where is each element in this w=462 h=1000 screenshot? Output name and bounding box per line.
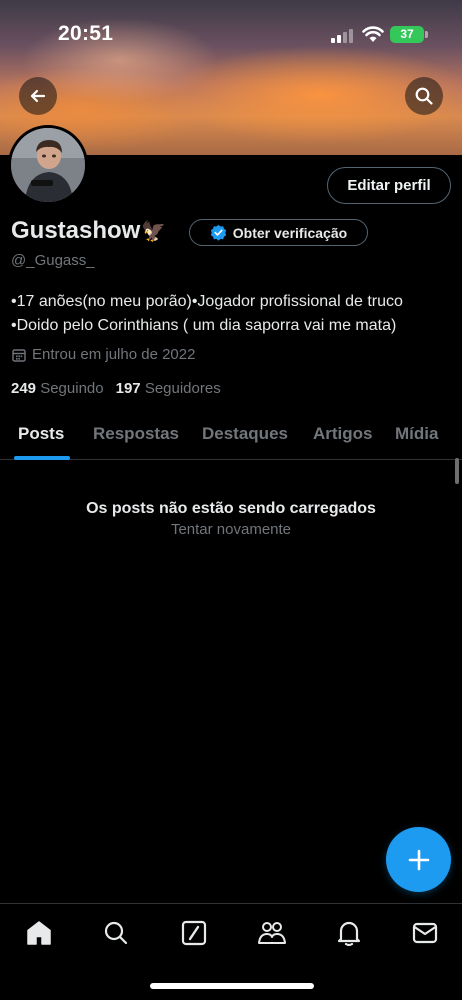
status-time: 20:51 <box>58 22 114 45</box>
wifi-icon <box>362 26 384 42</box>
tab-posts[interactable]: Posts <box>18 424 64 444</box>
profile-name-text: Gustashow <box>11 217 141 244</box>
verified-badge-icon <box>210 224 226 241</box>
nav-communities[interactable] <box>257 918 287 948</box>
followers-count: 197 <box>115 380 141 397</box>
plus-icon <box>408 849 429 870</box>
get-verified-label: Obter verificação <box>232 224 348 241</box>
back-button[interactable] <box>19 77 57 115</box>
follow-stats: 249 Seguindo 197 Seguidores <box>11 380 221 397</box>
arrow-left-icon <box>30 89 46 103</box>
nav-search[interactable] <box>101 918 131 948</box>
battery-indicator: 37 <box>390 26 424 43</box>
joined-text: Entrou em julho de 2022 <box>32 346 196 363</box>
nav-notifications[interactable] <box>334 918 364 948</box>
profile-bio: •17 anões(no meu porão)•Jogador profissi… <box>11 290 456 338</box>
tab-media[interactable]: Mídia <box>395 424 438 444</box>
following-link[interactable]: 249 Seguindo <box>11 380 104 397</box>
tab-highlights[interactable]: Destaques <box>202 424 288 444</box>
bio-line-2: •Doido pelo Corinthians ( um dia saporra… <box>11 317 397 334</box>
profile-handle: @_Gugass_ <box>11 252 95 269</box>
active-tab-indicator <box>14 456 70 460</box>
nav-home[interactable] <box>24 918 54 948</box>
avatar[interactable] <box>8 125 88 205</box>
battery-tip <box>425 31 428 38</box>
calendar-icon <box>12 348 26 362</box>
bio-line-1: •17 anões(no meu porão)•Jogador profissi… <box>11 293 403 310</box>
empty-state-title: Os posts não estão sendo carregados <box>86 500 376 517</box>
messages-icon <box>412 922 438 944</box>
notifications-icon <box>337 921 361 947</box>
nav-grok[interactable] <box>179 918 209 948</box>
home-indicator[interactable] <box>150 983 314 989</box>
status-bar: 20:51 37 <box>0 0 462 60</box>
home-icon <box>27 921 51 945</box>
followers-link[interactable]: 197 Seguidores <box>116 380 221 397</box>
search-icon <box>415 87 433 105</box>
tab-articles[interactable]: Artigos <box>313 424 373 444</box>
following-count: 249 <box>11 380 37 397</box>
grok-icon <box>181 920 207 946</box>
following-label: Seguindo <box>40 380 104 397</box>
search-icon <box>104 921 128 945</box>
retry-link[interactable]: Tentar novamente <box>0 521 462 538</box>
tab-replies[interactable]: Respostas <box>93 424 179 444</box>
avatar-photo <box>11 128 85 202</box>
profile-tabs: Posts Respostas Destaques Artigos Mídia <box>0 416 462 460</box>
scrollbar[interactable] <box>455 458 459 484</box>
compose-post-button[interactable] <box>386 827 451 892</box>
eagle-emoji: 🦅 <box>141 220 167 243</box>
cellular-signal-icon <box>331 29 355 43</box>
followers-label: Seguidores <box>144 380 221 397</box>
profile-name: Gustashow 🦅 <box>11 217 166 245</box>
get-verified-button[interactable]: Obter verificação <box>189 219 368 246</box>
joined-date: Entrou em julho de 2022 <box>11 346 195 363</box>
nav-messages[interactable] <box>410 918 440 948</box>
communities-icon <box>258 922 286 944</box>
edit-profile-button[interactable]: Editar perfil <box>327 167 451 204</box>
search-button[interactable] <box>405 77 443 115</box>
